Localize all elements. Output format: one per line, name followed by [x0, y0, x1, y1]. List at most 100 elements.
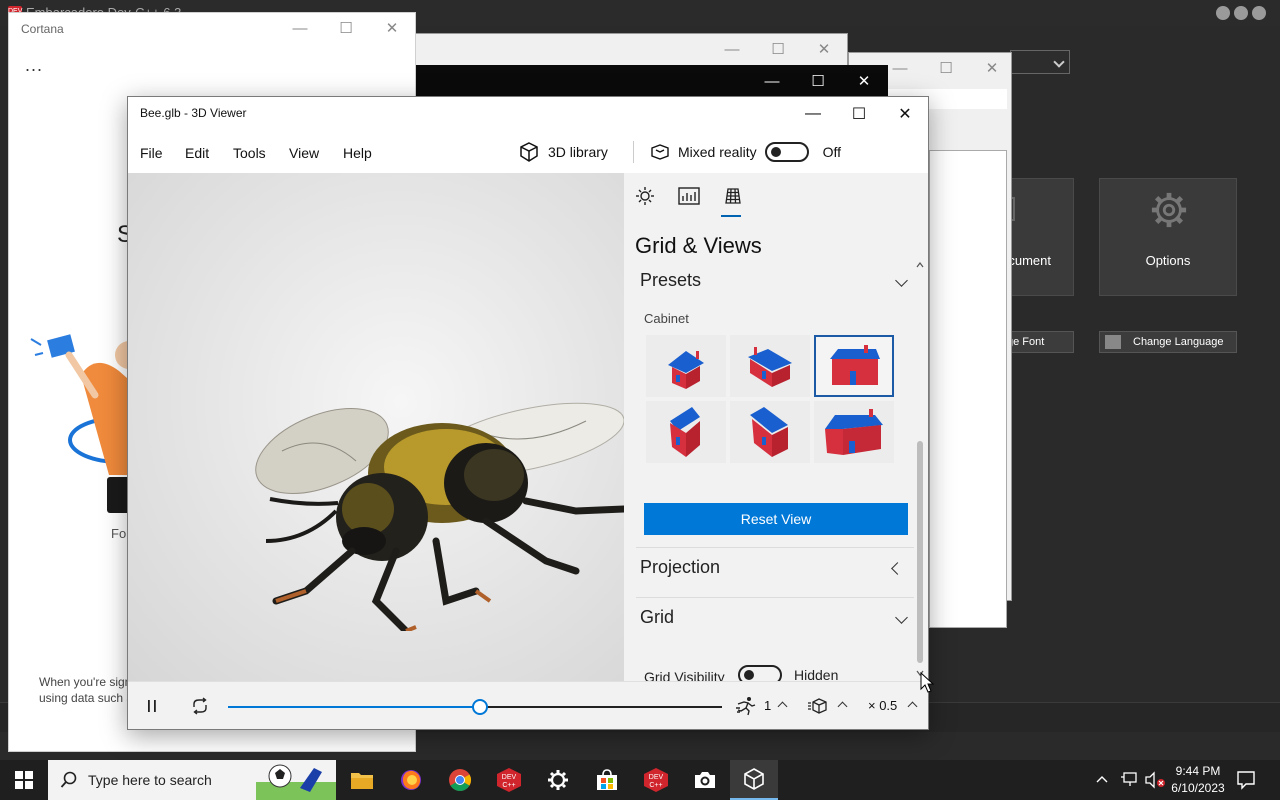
minimize-button[interactable]: —: [277, 13, 323, 43]
3d-library-button[interactable]: 3D library: [518, 139, 608, 165]
3d-viewport[interactable]: [128, 173, 624, 681]
taskbar-file-explorer[interactable]: [338, 760, 386, 800]
house-icon: [748, 347, 792, 387]
taskbar-chrome[interactable]: [436, 760, 484, 800]
grid-chevron-down-icon[interactable]: [895, 611, 908, 624]
minimize-button[interactable]: —: [790, 97, 836, 131]
maximize-button[interactable]: ☐: [923, 53, 969, 83]
search-placeholder: Type here to search: [88, 772, 212, 788]
firefox-icon: [401, 770, 421, 790]
taskbar-camera[interactable]: [681, 760, 729, 800]
tab-lighting[interactable]: [634, 185, 656, 207]
camera-icon: [695, 772, 715, 788]
close-button[interactable]: [1252, 6, 1266, 20]
house-icon: [825, 409, 883, 455]
chevron-up-icon[interactable]: [1094, 772, 1110, 788]
maximize-button[interactable]: ☐: [795, 66, 841, 96]
playback-speed[interactable]: × 0.5: [868, 698, 897, 713]
close-button[interactable]: ✕: [882, 97, 928, 131]
taskbar-firefox[interactable]: [387, 760, 435, 800]
loop-button[interactable]: [188, 694, 212, 718]
timeline-slider[interactable]: [228, 699, 722, 715]
notification-center-icon[interactable]: [1236, 770, 1256, 790]
taskbar-devcpp-2[interactable]: DEV C++: [632, 760, 680, 800]
mixed-reality-control: Mixed reality Off: [650, 139, 841, 165]
lighting-icon: [636, 187, 654, 205]
panel-scrollbar[interactable]: [914, 261, 926, 681]
scroll-up-icon[interactable]: [916, 261, 924, 269]
taskbar-search-box[interactable]: Type here to search: [48, 760, 336, 800]
viewer-title: Bee.glb - 3D Viewer: [140, 106, 247, 120]
taskbar-3d-viewer[interactable]: [730, 760, 778, 800]
pause-button[interactable]: [140, 694, 164, 718]
menu-file[interactable]: File: [140, 145, 163, 161]
minimize-button[interactable]: [1216, 6, 1230, 20]
taskbar-clock[interactable]: 9:44 PM 6/10/2023: [1162, 763, 1234, 797]
timeline-thumb[interactable]: [471, 699, 488, 715]
model-selector-button[interactable]: [806, 694, 830, 718]
close-button[interactable]: ✕: [969, 53, 1015, 83]
grid-visibility-toggle[interactable]: [738, 665, 782, 681]
menu-tools[interactable]: Tools: [233, 145, 266, 161]
panel-title: Grid & Views: [635, 233, 762, 258]
grid-header[interactable]: Grid: [640, 607, 674, 628]
menu-view[interactable]: View: [289, 145, 319, 161]
side-panel: Grid & Views Presets Cabinet Reset View …: [624, 173, 928, 681]
house-icon: [670, 407, 700, 457]
speed-chevron-up-icon[interactable]: [907, 701, 918, 712]
active-tab-indicator: [721, 215, 741, 217]
close-button[interactable]: ✕: [801, 34, 847, 64]
taskbar-store[interactable]: [583, 760, 631, 800]
preset-view-6[interactable]: [814, 401, 894, 463]
minimize-button[interactable]: —: [749, 66, 795, 96]
animation-chevron-up-icon[interactable]: [777, 701, 788, 712]
change-language-label: Change Language: [1133, 336, 1224, 348]
model-chevron-up-icon[interactable]: [837, 701, 848, 712]
language-icon: [1105, 335, 1121, 349]
maximize-button[interactable]: ☐: [755, 34, 801, 64]
running-figure-icon: [736, 697, 756, 716]
presets-chevron-down-icon[interactable]: [895, 274, 908, 287]
projection-header[interactable]: Projection: [640, 557, 720, 578]
maximize-button[interactable]: [1234, 6, 1248, 20]
taskbar-settings[interactable]: [534, 760, 582, 800]
presets-grid: [646, 335, 894, 463]
change-language-button[interactable]: Change Language: [1099, 331, 1237, 353]
house-icon: [750, 407, 788, 457]
network-icon[interactable]: [1120, 772, 1138, 788]
reset-view-button[interactable]: Reset View: [644, 503, 908, 535]
window-controls: — ☐ ✕: [877, 53, 1015, 83]
preset-view-5[interactable]: [730, 401, 810, 463]
grid-visibility-label: Grid Visibility: [644, 669, 725, 681]
close-button[interactable]: ✕: [841, 66, 887, 96]
menu-help[interactable]: Help: [343, 145, 372, 161]
options-tile[interactable]: Options: [1099, 178, 1237, 296]
svg-text:DEV: DEV: [502, 774, 517, 781]
search-icon: [60, 771, 77, 788]
preset-view-3-selected[interactable]: [814, 335, 894, 397]
maximize-button[interactable]: ☐: [836, 97, 882, 131]
mixed-reality-toggle[interactable]: [764, 142, 809, 162]
settings-gear-icon: [548, 770, 568, 790]
projection-chevron-left-icon[interactable]: [891, 562, 904, 575]
devcpp-combo-dropdown[interactable]: [1010, 50, 1070, 74]
presets-header[interactable]: Presets: [640, 270, 701, 291]
minimize-button[interactable]: —: [709, 34, 755, 64]
preset-view-4[interactable]: [646, 401, 726, 463]
scroll-thumb[interactable]: [917, 441, 923, 663]
tab-grid-views[interactable]: [722, 185, 744, 207]
animation-selector-button[interactable]: [734, 694, 758, 718]
maximize-button[interactable]: ☐: [323, 13, 369, 43]
tab-stats[interactable]: [678, 185, 700, 207]
taskbar-devcpp-1[interactable]: DEV C++: [485, 760, 533, 800]
bee-model[interactable]: [246, 391, 624, 631]
preset-view-1[interactable]: [646, 335, 726, 397]
start-button[interactable]: [0, 760, 48, 800]
viewer-titlebar: Bee.glb - 3D Viewer — ☐ ✕: [128, 97, 928, 131]
menu-edit[interactable]: Edit: [185, 145, 209, 161]
mouse-cursor-icon: [920, 672, 934, 693]
preset-view-2[interactable]: [730, 335, 810, 397]
mixed-reality-icon: [651, 144, 669, 160]
close-button[interactable]: ✕: [369, 13, 415, 43]
more-options-button[interactable]: ...: [25, 55, 43, 76]
